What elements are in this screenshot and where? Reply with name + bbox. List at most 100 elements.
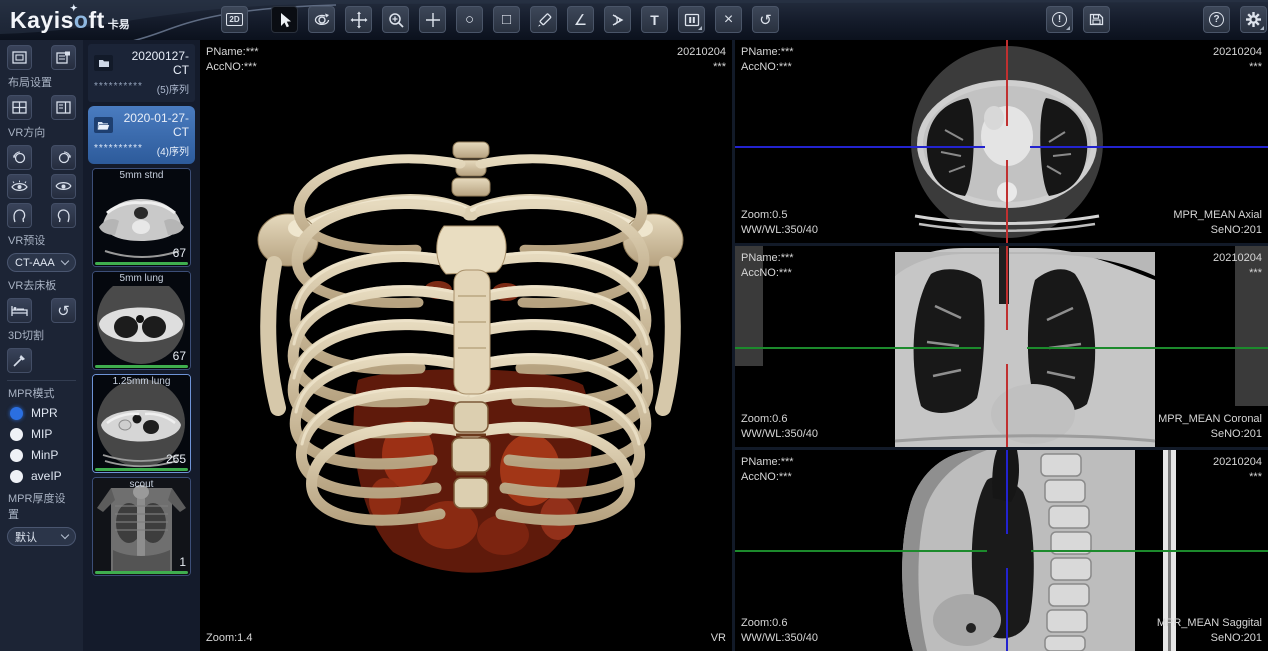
axial-series-overlay: MPR_MEAN AxialSeNO:201	[1173, 208, 1262, 238]
main-toolbar: 2D	[221, 6, 779, 33]
rectangle-icon: □	[502, 11, 511, 28]
ellipse-roi-button[interactable]: ○	[456, 6, 483, 33]
vr-type-overlay: VR	[711, 631, 726, 646]
layout-grid-2x2-button[interactable]	[7, 95, 32, 120]
layout-single-button[interactable]	[7, 45, 32, 70]
window-level-button[interactable]	[678, 6, 705, 33]
layout-custom-icon	[56, 51, 71, 64]
pan-move-icon	[350, 11, 368, 29]
mpr-mode-radio-aveip[interactable]: aveIP	[10, 469, 76, 483]
crosshair-axial-horizontal[interactable]	[1030, 146, 1268, 148]
study-item-20200127[interactable]: 20200127-CT ********** (5)序列	[88, 44, 195, 102]
cursor-icon	[276, 11, 294, 29]
vr-rotate-left-button[interactable]	[7, 145, 32, 170]
vr-bed-removal-label: VR去床板	[8, 277, 76, 293]
settings-button[interactable]	[1240, 6, 1267, 33]
rotate-3d-tool-button[interactable]	[308, 6, 335, 33]
mpr-mode-label: MPR模式	[8, 385, 76, 401]
submenu-corner-mark	[698, 26, 702, 30]
vr-zoom-overlay: Zoom:1.4	[206, 631, 252, 646]
zoom-tool-button[interactable]	[382, 6, 409, 33]
radio-icon	[10, 470, 23, 483]
crosshair-axial-vertical[interactable]	[1006, 160, 1008, 243]
vr-rotate-right-button[interactable]	[51, 145, 76, 170]
mpr-mode-radio-mpr[interactable]: MPR	[10, 406, 76, 420]
vr-view-head-left-button[interactable]	[7, 203, 32, 228]
header-right-group-a: !	[1046, 6, 1110, 33]
crosshair-coronal-horizontal[interactable]	[735, 347, 981, 349]
app-logo: Kayisoft✦ 卡易	[10, 4, 130, 36]
zoom-in-icon	[387, 11, 405, 29]
crosshair-tool-button[interactable]	[419, 6, 446, 33]
reset-view-button[interactable]: ↺	[752, 6, 779, 33]
cobb-angle-tool-button[interactable]	[604, 6, 631, 33]
crosshair-axial-horizontal[interactable]	[735, 146, 985, 148]
crosshair-coronal-vertical[interactable]	[1006, 364, 1008, 447]
submenu-corner-mark	[1260, 26, 1264, 30]
angle-tool-button[interactable]: ∠	[567, 6, 594, 33]
scalpel-icon	[12, 353, 27, 368]
mpr-mode-radio-mip[interactable]: MIP	[10, 427, 76, 441]
viewport-mpr-coronal[interactable]: PName:***AccNO:*** 20210204*** Zoom:0.6W…	[735, 246, 1268, 447]
pan-tool-button[interactable]	[345, 6, 372, 33]
coronal-patient-overlay: PName:***AccNO:***	[741, 251, 794, 281]
vr-view-posterior-button[interactable]	[51, 174, 76, 199]
left-tool-sidebar: 布局设置 VR方向	[0, 40, 83, 651]
series-thumbnail-1-25mm-lung[interactable]: 1.25mm lung 265	[92, 374, 191, 473]
submenu-corner-mark	[1066, 26, 1070, 30]
axial-date-overlay: 20210204***	[1213, 45, 1262, 75]
vr-preset-select[interactable]: CT-AAA	[7, 253, 76, 272]
save-export-button[interactable]	[1083, 6, 1110, 33]
mpr-thickness-select[interactable]: 默认	[7, 527, 76, 546]
text-annotation-button[interactable]: T	[641, 6, 668, 33]
study-item-2020-01-27[interactable]: 2020-01-27-CT ********** (4)序列	[88, 106, 195, 164]
cursor-tool-button[interactable]	[271, 6, 298, 33]
logo-spark-icon: ✦	[70, 3, 78, 14]
vr-head-right-icon	[56, 208, 71, 224]
scalpel-cut-button[interactable]	[7, 348, 32, 373]
view-2d-button[interactable]: 2D	[221, 6, 248, 33]
pencil-ruler-icon	[535, 11, 553, 29]
viewport-vr-3d[interactable]: PName:***AccNO:*** 20210204*** Zoom:1.4 …	[200, 40, 732, 651]
viewport-mpr-axial[interactable]: PName:***AccNO:*** 20210204*** Zoom:0.5W…	[735, 40, 1268, 243]
crosshair-sagittal-vertical[interactable]	[1006, 450, 1008, 534]
vr-direction-label: VR方向	[8, 124, 76, 140]
viewport-mpr-sagittal[interactable]: PName:***AccNO:*** 20210204*** Zoom:0.6W…	[735, 450, 1268, 651]
measure-length-button[interactable]	[530, 6, 557, 33]
toolbar-separator	[258, 6, 261, 33]
coronal-series-overlay: MPR_MEAN CoronalSeNO:201	[1158, 412, 1262, 442]
ellipse-icon: ○	[465, 11, 474, 28]
help-button[interactable]: ?	[1203, 6, 1230, 33]
cobb-angle-icon	[609, 11, 627, 29]
series-thumbnail-5mm-stnd[interactable]: 5mm stnd 67	[92, 168, 191, 267]
vr-anterior-eye-icon	[11, 180, 28, 193]
series-thumbnail-5mm-lung[interactable]: 5mm lung 67	[92, 271, 191, 370]
rectangle-roi-button[interactable]: □	[493, 6, 520, 33]
bed-reset-button[interactable]: ↺	[51, 298, 76, 323]
vr-patient-overlay: PName:***AccNO:***	[206, 45, 259, 75]
crosshair-axial-vertical[interactable]	[1006, 40, 1008, 126]
coronal-zoom-overlay: Zoom:0.6WW/WL:350/40	[741, 412, 818, 442]
layout-split-button[interactable]	[51, 95, 76, 120]
vr-view-head-right-button[interactable]	[51, 203, 76, 228]
delete-annotation-button[interactable]: ×	[715, 6, 742, 33]
layout-custom-button[interactable]	[51, 45, 76, 70]
crosshair-sagittal-vertical[interactable]	[1006, 568, 1008, 651]
crosshair-icon	[424, 11, 442, 29]
report-info-button[interactable]: !	[1046, 6, 1073, 33]
crosshair-sagittal-horizontal[interactable]	[1031, 550, 1268, 552]
bed-icon	[11, 304, 28, 318]
sagittal-patient-overlay: PName:***AccNO:***	[741, 455, 794, 485]
series-thumbnail-scout[interactable]: scout 1	[92, 477, 191, 576]
crosshair-coronal-vertical[interactable]	[1006, 246, 1008, 330]
crosshair-coronal-horizontal[interactable]	[1027, 347, 1268, 349]
mpr-mode-radio-minp[interactable]: MinP	[10, 448, 76, 462]
folder-open-icon	[94, 117, 113, 133]
crosshair-sagittal-horizontal[interactable]	[735, 550, 987, 552]
vr-view-anterior-button[interactable]	[7, 174, 32, 199]
mpr-thickness-value: 默认	[15, 529, 37, 545]
close-icon: ×	[724, 11, 733, 29]
logo-text-cn: 卡易	[108, 16, 130, 32]
chevron-down-icon	[61, 531, 69, 539]
remove-bed-button[interactable]	[7, 298, 32, 323]
